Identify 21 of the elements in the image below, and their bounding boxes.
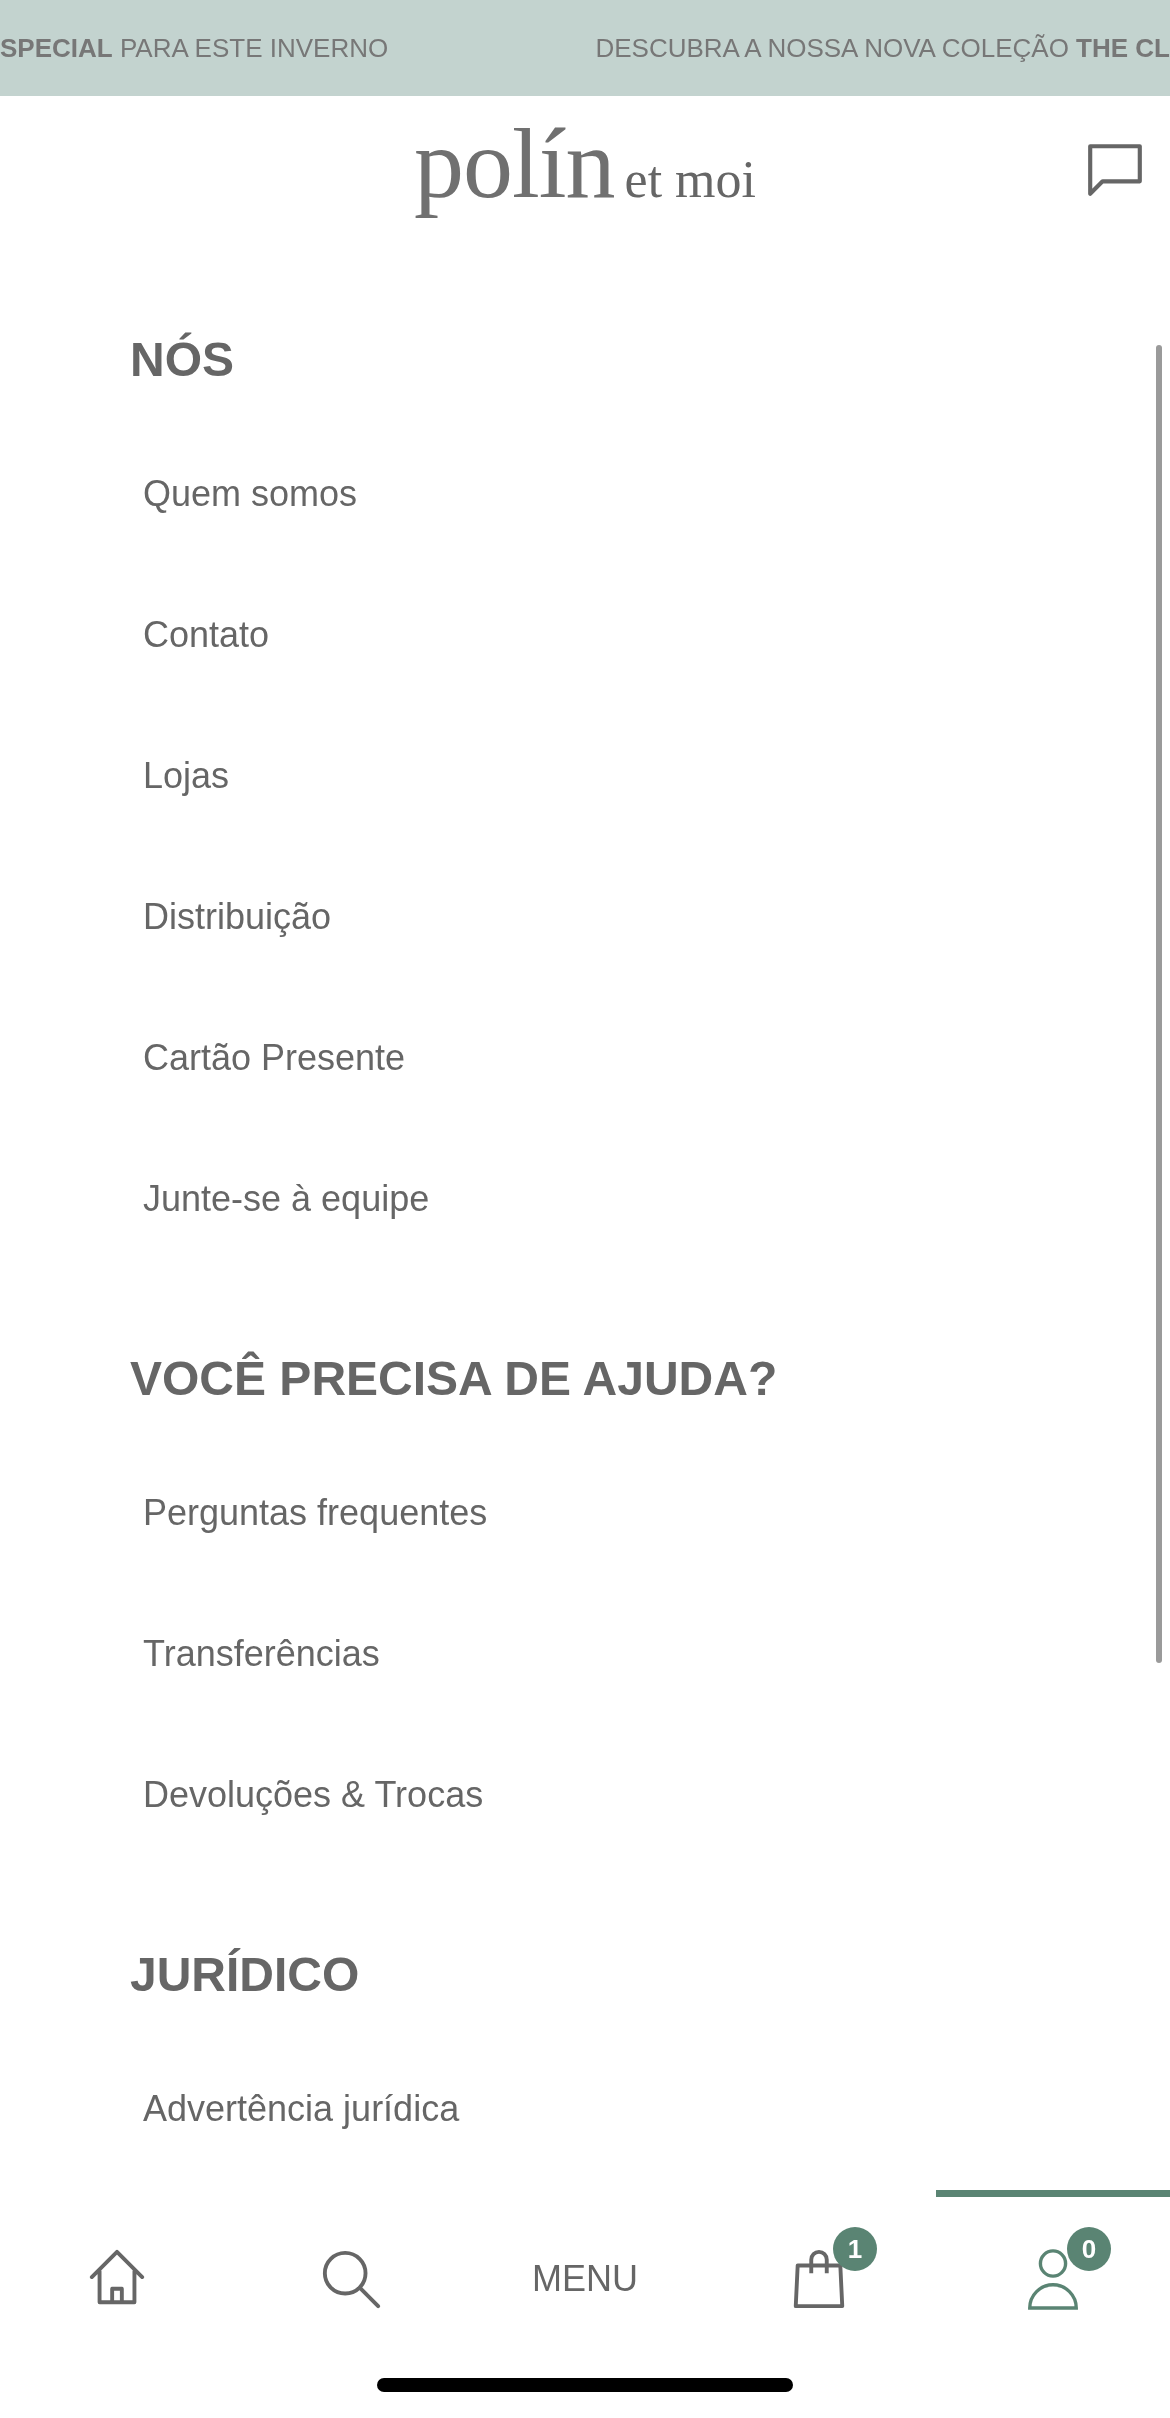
menu-link[interactable]: Transferências (143, 1632, 380, 1675)
nav-tab[interactable]: 0 (936, 2190, 1170, 2360)
menu-link[interactable]: Advertência jurídica (143, 2087, 460, 2130)
menu-link[interactable]: Quem somos (143, 472, 358, 515)
menu-link[interactable]: Contato (143, 613, 270, 656)
menu-link[interactable]: Lojas (143, 754, 230, 797)
menu-link[interactable]: Devoluções & Trocas (143, 1773, 484, 1816)
announcement-text: SPECIAL PARA ESTE INVERNO (0, 32, 389, 64)
section-heading: NÓS (130, 331, 235, 388)
announcement-text: DESCUBRA A NOSSA NOVA COLEÇÃO THE CL (595, 32, 1170, 64)
menu-link[interactable]: Perguntas frequentes (143, 1491, 488, 1534)
count-badge: 0 (1067, 2227, 1111, 2271)
section-heading: JURÍDICO (130, 1947, 361, 2003)
menu-link[interactable]: Distribuição (143, 895, 332, 938)
menu-link[interactable]: Junte-se à equipe (143, 1177, 430, 1220)
nav-tab[interactable]: 1 (702, 2190, 936, 2360)
nav-tab[interactable]: MENU (468, 2190, 702, 2360)
count-badge: 1 (833, 2227, 877, 2271)
logo[interactable]: polín et moi (414, 105, 756, 221)
menu-link[interactable]: Cartão Presente (143, 1036, 406, 1079)
section-heading: VOCÊ PRECISA DE AJUDA? (130, 1350, 779, 1407)
